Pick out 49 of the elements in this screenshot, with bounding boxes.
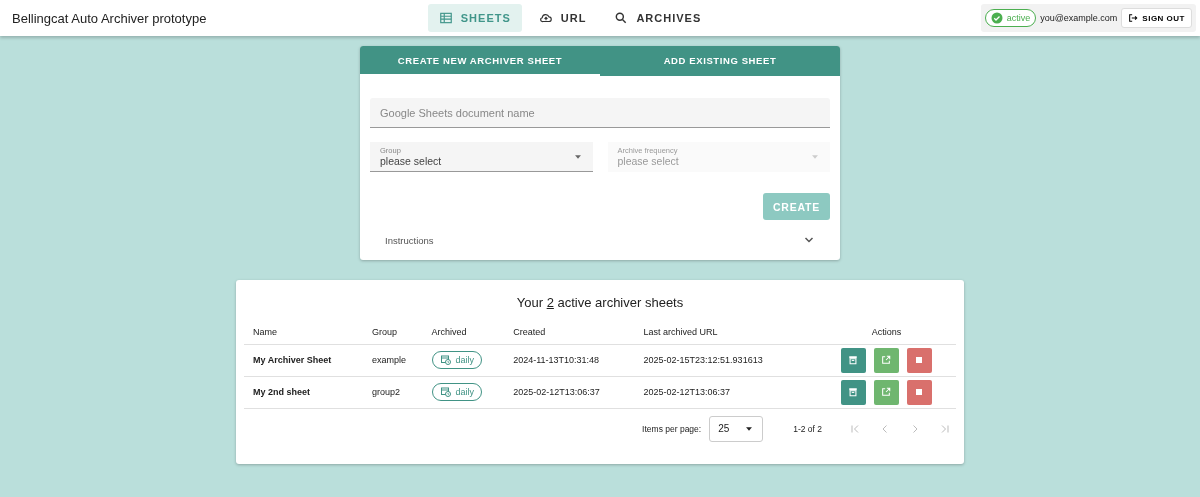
open-link-button[interactable]: [873, 347, 899, 373]
table-cell: group2: [363, 376, 423, 408]
form-tab[interactable]: CREATE NEW ARCHIVER SHEET: [360, 46, 600, 76]
stop-icon: [915, 388, 924, 396]
archive-box-icon: [848, 355, 859, 365]
table-cell: 2025-02-12T13:06:37: [504, 376, 635, 408]
items-per-page-label: Items per page:: [642, 423, 702, 434]
input-field[interactable]: Google Sheets document name: [370, 98, 830, 128]
page-size-select[interactable]: 25: [709, 415, 764, 442]
form-tab[interactable]: ADD EXISTING SHEET: [600, 46, 840, 76]
archive-box-icon: [848, 387, 859, 397]
external-link-icon: [881, 355, 892, 365]
page-range: 1-2 of 2: [793, 423, 822, 434]
nav-tab[interactable]: ARCHIVES: [603, 4, 713, 32]
open-link-button[interactable]: [873, 379, 899, 405]
stop-icon: [915, 356, 924, 364]
column-header: Actions: [808, 320, 956, 344]
table-cell: 2025-02-15T23:12:51.931613: [634, 344, 809, 376]
table-cell: 2024-11-13T10:31:48: [504, 344, 635, 376]
column-header: Group: [363, 320, 423, 344]
stop-button[interactable]: [906, 347, 932, 373]
archive-button[interactable]: [840, 379, 866, 405]
sign-out-button[interactable]: SIGN OUT: [1121, 8, 1192, 28]
instructions-panel[interactable]: Instructions: [370, 220, 830, 250]
table-cell: My 2nd sheet: [244, 376, 364, 408]
column-header: Archived: [422, 320, 505, 344]
archive-button[interactable]: [840, 347, 866, 373]
column-header: Last archived URL: [634, 320, 809, 344]
last-page-icon: [939, 422, 951, 435]
cloud-icon: [538, 11, 553, 25]
search-icon: [614, 11, 629, 25]
nav-tab[interactable]: URL: [527, 4, 598, 32]
calendar-clock-icon: [439, 386, 452, 398]
external-link-icon: [881, 387, 892, 397]
stop-button[interactable]: [906, 379, 932, 405]
table-icon: [438, 11, 453, 25]
table-cell: 2025-02-12T13:06:37: [634, 376, 809, 408]
app-title: Bellingcat Auto Archiver prototype: [12, 10, 208, 26]
first-page-icon: [849, 422, 861, 435]
table-cell: example: [363, 344, 423, 376]
table-title: Your 2 active archiver sheets: [515, 295, 685, 310]
user-email: you@example.com: [1040, 13, 1118, 23]
column-header: Name: [244, 320, 364, 344]
calendar-clock-icon: [439, 354, 452, 366]
check-circle-icon: [990, 12, 1003, 24]
logout-icon: [1128, 13, 1139, 23]
column-header: Created: [504, 320, 635, 344]
table-cell: My Archiver Sheet: [244, 344, 364, 376]
status-badge: active: [984, 9, 1037, 27]
